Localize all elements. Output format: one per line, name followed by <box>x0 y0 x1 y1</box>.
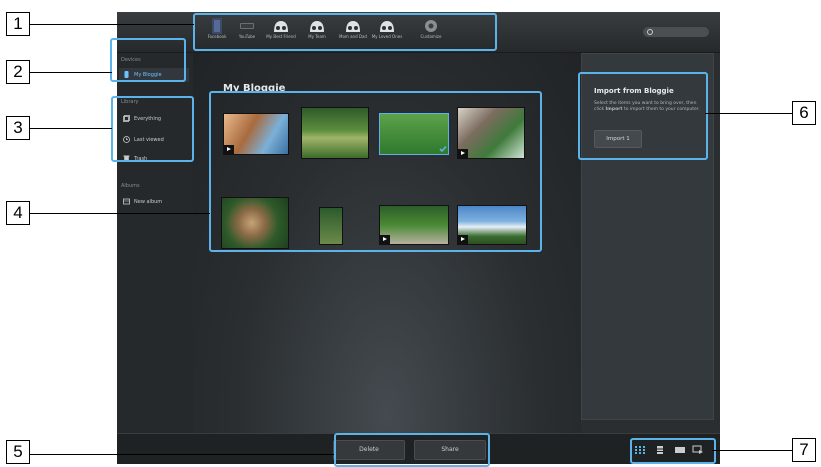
callout-leader-1 <box>28 24 194 25</box>
callout-number-2: 2 <box>6 60 30 84</box>
sidebar-item-label: New album <box>134 199 163 205</box>
callout-leader-7 <box>712 450 792 451</box>
search-icon <box>647 29 653 35</box>
callout-leader-5 <box>28 454 334 455</box>
album-icon <box>123 198 130 205</box>
callout-highlight-views <box>630 438 716 464</box>
callout-number-7: 7 <box>792 438 816 462</box>
search-input[interactable] <box>643 27 709 37</box>
callout-number-5: 5 <box>6 440 30 464</box>
callout-highlight-actions <box>334 433 490 467</box>
callout-highlight-thumbnails <box>209 91 542 252</box>
callout-highlight-import <box>578 72 708 160</box>
callout-leader-2 <box>28 72 112 73</box>
sidebar-item-new-album[interactable]: New album <box>119 195 189 209</box>
callout-number-3: 3 <box>6 116 30 140</box>
callout-leader-6 <box>705 113 792 114</box>
callout-number-6: 6 <box>792 101 816 125</box>
callout-highlight-toolbar <box>193 13 497 51</box>
callout-number-4: 4 <box>6 201 30 225</box>
callout-highlight-library <box>111 96 194 162</box>
callout-leader-4 <box>28 213 210 214</box>
callout-number-1: 1 <box>6 12 30 36</box>
callout-leader-3 <box>28 128 112 129</box>
albums-section-title: Albums <box>121 183 140 189</box>
callout-highlight-devices <box>110 38 186 82</box>
